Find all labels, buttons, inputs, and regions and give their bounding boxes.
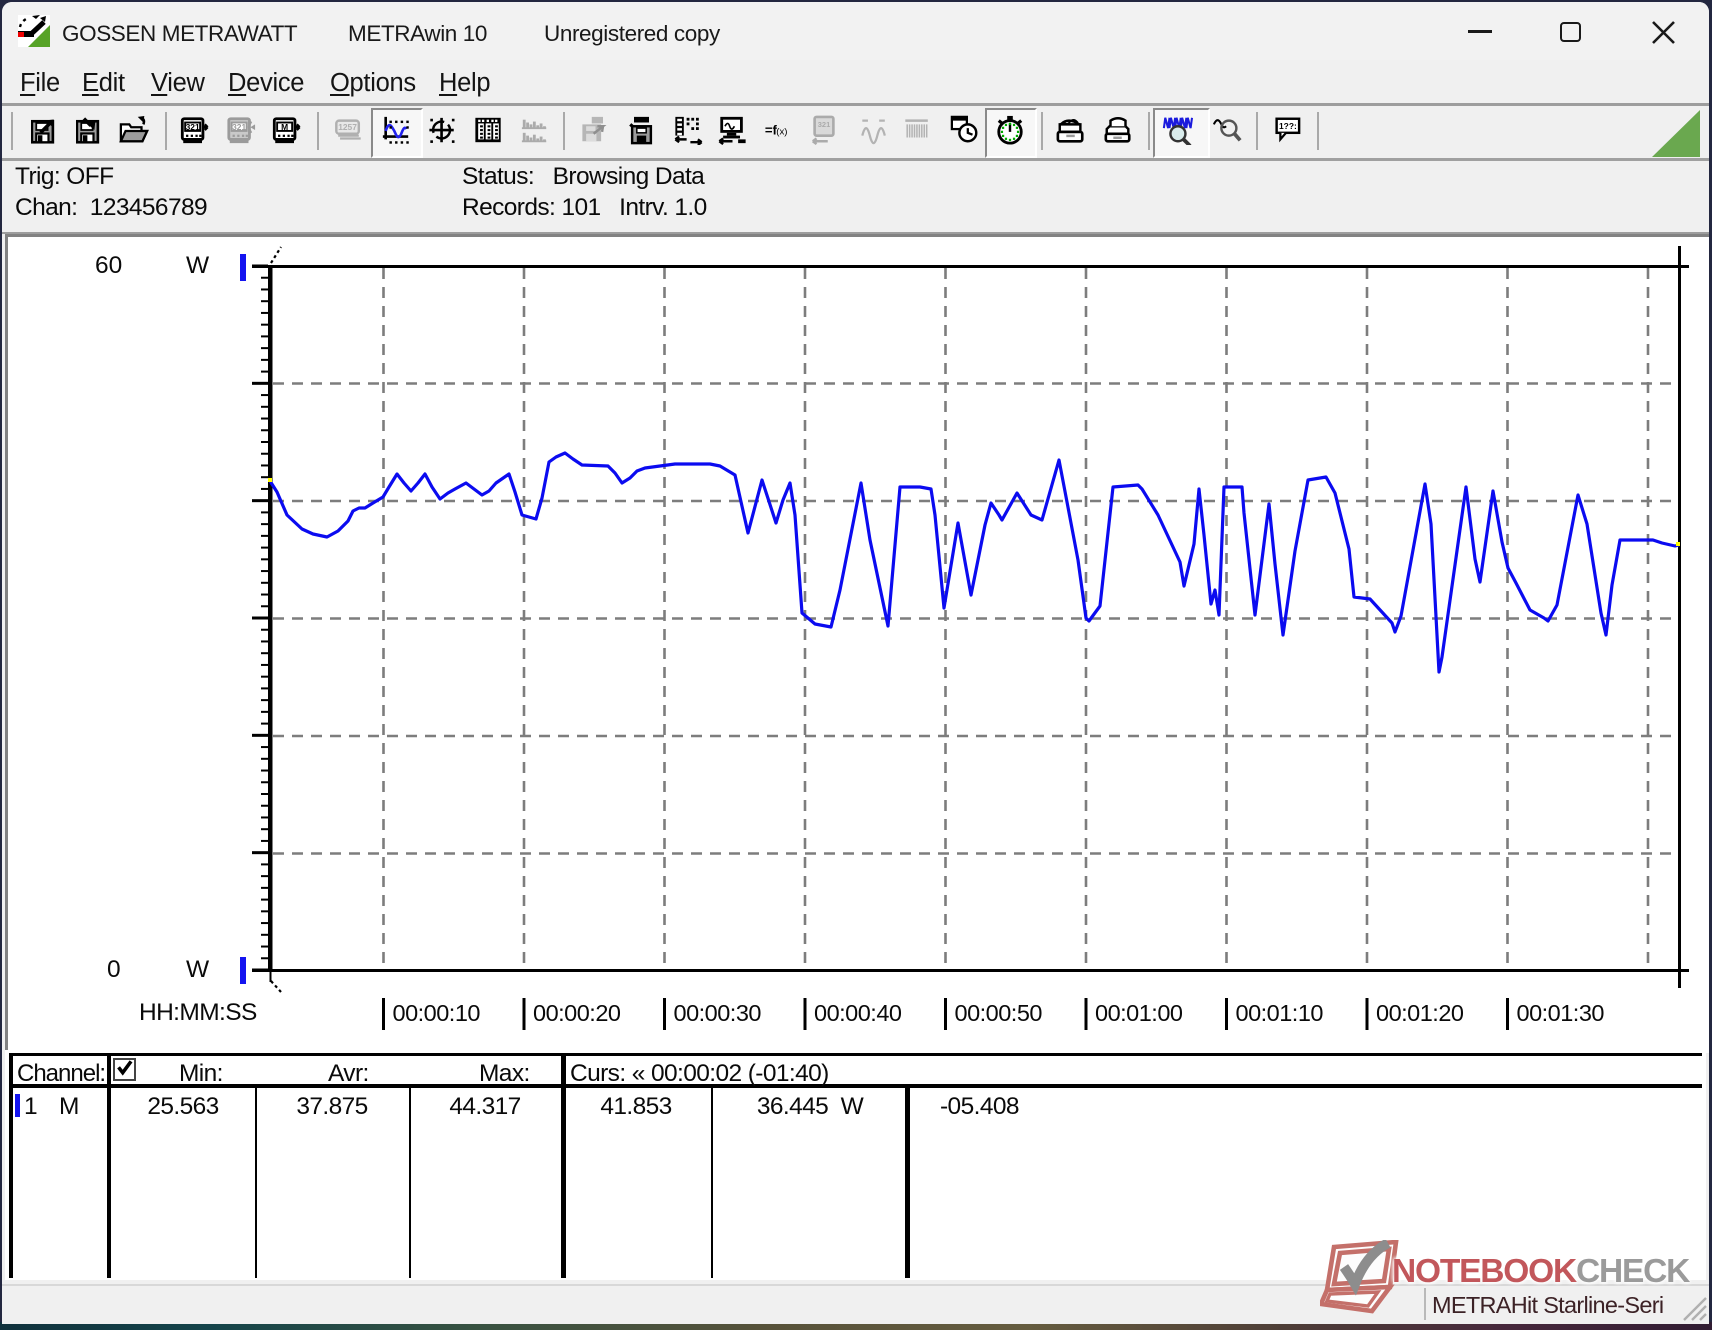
svg-text:00:00:50: 00:00:50 — [955, 1000, 1043, 1026]
svg-text:321: 321 — [186, 122, 200, 132]
svg-text:321: 321 — [818, 120, 831, 129]
svg-text:00:00:30: 00:00:30 — [674, 1000, 762, 1026]
svg-text:00:00:20: 00:00:20 — [533, 1000, 621, 1026]
svg-text:M: M — [281, 122, 288, 132]
svg-text:00:01:10: 00:01:10 — [1236, 1000, 1324, 1026]
svg-text:00:01:00: 00:01:00 — [1095, 1000, 1183, 1026]
svg-text:(x): (x) — [776, 126, 787, 137]
svg-text:00:01:30: 00:01:30 — [1517, 1000, 1605, 1026]
svg-text:1257: 1257 — [338, 122, 357, 132]
svg-text:00:00:10: 00:00:10 — [393, 1000, 481, 1026]
svg-text:00:00:40: 00:00:40 — [814, 1000, 902, 1026]
svg-text:00:01:20: 00:01:20 — [1376, 1000, 1464, 1026]
svg-text:321: 321 — [232, 122, 246, 132]
svg-text:1??:: 1??: — [1279, 121, 1297, 131]
